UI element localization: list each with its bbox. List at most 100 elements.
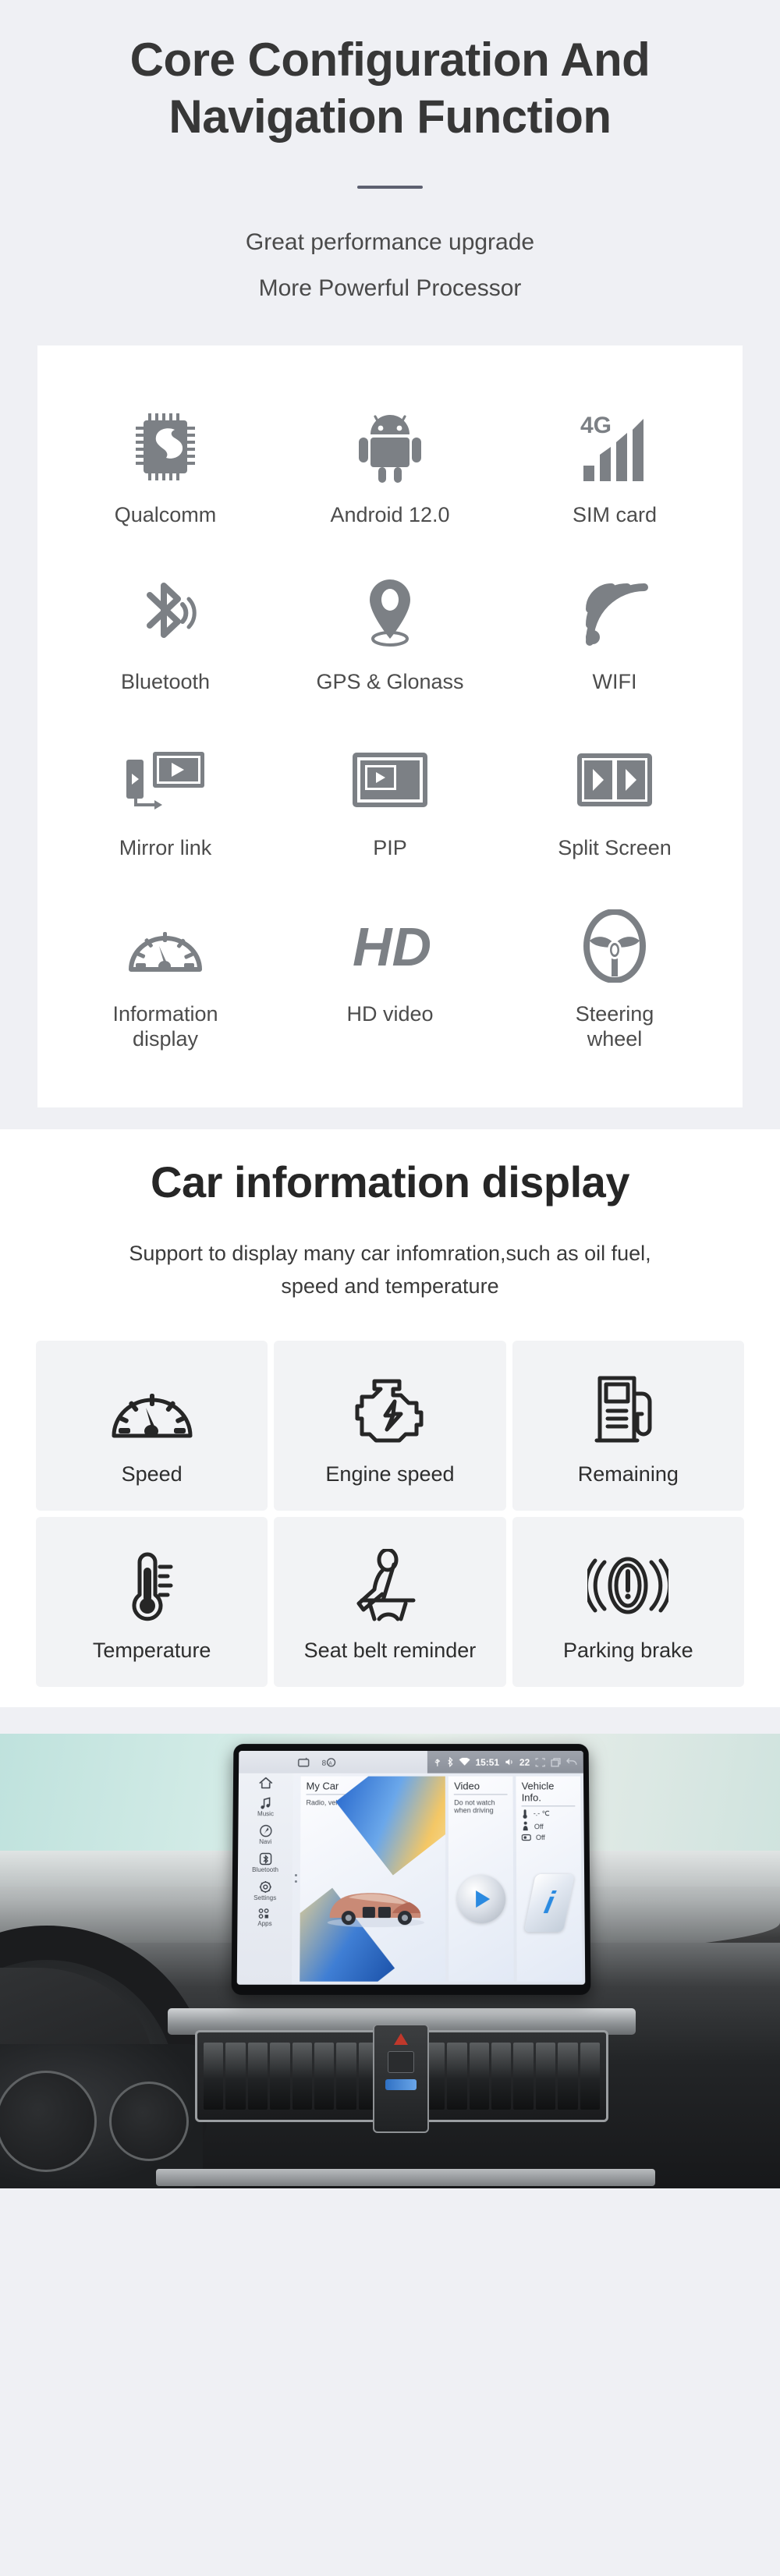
central-lock-button[interactable] [388, 2050, 414, 2073]
cluster-dial-left [0, 2070, 97, 2172]
feature-item-android[interactable]: Android 12.0 [278, 389, 502, 547]
vent-slat [469, 2042, 490, 2110]
sidebar-label: Bluetooth [252, 1866, 278, 1873]
feature-item-mirror-link[interactable]: Mirror link [53, 722, 278, 881]
vent-slat [247, 2042, 268, 2110]
title-divider [357, 186, 423, 190]
sidebar-item-settings[interactable]: Settings [254, 1880, 276, 1901]
tile-remaining[interactable]: Remaining [512, 1340, 744, 1511]
qualcomm-chip-icon [133, 406, 198, 487]
tile-engine-speed[interactable]: Engine speed [274, 1340, 506, 1511]
feature-item-hd-video[interactable]: HD HD video [278, 888, 502, 1072]
apps-grid-icon [258, 1908, 271, 1919]
usb-icon [434, 1757, 441, 1766]
feature-label: PIP [373, 836, 407, 859]
screenshot-icon[interactable] [535, 1757, 545, 1766]
vent-slat [336, 2042, 356, 2110]
navigation-icon [259, 1824, 272, 1837]
feature-label: Mirror link [119, 836, 212, 859]
tile-label: Engine speed [325, 1462, 455, 1486]
split-screen-icon [576, 739, 654, 820]
hazard-triangle-icon [394, 2032, 408, 2045]
car-info-title: Car information display [151, 1157, 629, 1207]
steering-wheel-icon [583, 905, 646, 987]
core-subtitle-line-2: More Powerful Processor [258, 275, 522, 301]
volume-icon[interactable] [505, 1758, 514, 1766]
card-subtitle: Do not watch when driving [454, 1798, 495, 1815]
hazard-light-button[interactable] [373, 2023, 429, 2133]
card-title: Vehicle Info. [521, 1780, 555, 1804]
fuel-pump-icon [594, 1367, 662, 1451]
cluster-dial-right [109, 2081, 189, 2161]
sidebar-item-music[interactable]: Music [257, 1797, 274, 1817]
bluetooth-icon [259, 1852, 272, 1866]
thermometer-icon [523, 1809, 527, 1819]
feature-item-sim-card[interactable]: 4G SIM card [502, 389, 727, 547]
sidebar-item-home[interactable] [258, 1776, 274, 1790]
vent-slat [447, 2042, 467, 2110]
hd-badge-text: HD [353, 916, 431, 976]
status-volume: 22 [519, 1756, 530, 1768]
tile-speed[interactable]: Speed [36, 1340, 268, 1511]
tile-label: Parking brake [563, 1639, 693, 1663]
card-video[interactable]: Video Do not watch when driving [448, 1776, 514, 1982]
vent-slat [558, 2042, 578, 2110]
picture-in-picture-icon [351, 739, 429, 820]
tile-label: Remaining [577, 1462, 679, 1486]
feature-item-gps[interactable]: GPS & Glonass [278, 556, 502, 714]
title-divider-wrap [0, 186, 780, 190]
feature-label: Android 12.0 [330, 503, 450, 527]
head-unit-screen: 8 A 15:51 22 Music Navi Bluetooth Settin… [236, 1750, 586, 1985]
eq-icon[interactable]: 8 A [322, 1756, 336, 1768]
feature-item-split-screen[interactable]: Split Screen [502, 722, 727, 881]
feature-item-steering-wheel[interactable]: Steering wheel [502, 888, 727, 1072]
sidebar-label: Apps [257, 1919, 272, 1927]
back-icon[interactable] [566, 1757, 577, 1766]
wifi-icon [580, 573, 649, 654]
bluetooth-icon [134, 573, 197, 654]
vent-slat [270, 2042, 290, 2110]
feature-item-pip[interactable]: PIP [278, 722, 502, 881]
head-unit-device: 8 A 15:51 22 Music Navi Bluetooth Settin… [231, 1743, 591, 1995]
play-button[interactable] [456, 1874, 506, 1923]
tile-label: Temperature [92, 1639, 211, 1663]
feature-item-qualcomm[interactable]: Qualcomm [53, 389, 278, 547]
gauge-icon [128, 905, 203, 987]
car-info-subtitle-line-1: Support to display many car infomration,… [129, 1242, 651, 1266]
feature-item-wifi[interactable]: WIFI [502, 556, 727, 714]
page-title: Core Configuration And Navigation Functi… [0, 31, 780, 145]
tile-parking-brake[interactable]: Parking brake [512, 1516, 744, 1687]
core-subtitle-line-1: Great performance upgrade [245, 229, 535, 256]
svg-text:A: A [329, 1761, 332, 1766]
car-interior-photo: AUTO MAX 22.0° 22.0° [0, 1733, 780, 2188]
sidebar-item-bluetooth[interactable]: Bluetooth [252, 1852, 278, 1873]
recents-icon[interactable] [551, 1757, 561, 1766]
tile-temperature[interactable]: Temperature [36, 1516, 268, 1687]
vent-slat [535, 2042, 556, 2110]
page-dot [294, 1880, 297, 1883]
core-subtitle: Great performance upgrade More Powerful … [0, 220, 780, 311]
i-drive-badge: i [523, 1873, 575, 1933]
sidebar-item-navi[interactable]: Navi [259, 1824, 272, 1845]
vent-slat [225, 2042, 246, 2110]
feature-label: Split Screen [558, 836, 672, 859]
feature-label: Bluetooth [120, 669, 211, 693]
car-info-tile-grid: Speed Engine speed Remaining Temperature… [36, 1340, 744, 1687]
sd-card-icon[interactable] [298, 1756, 310, 1767]
4g-signal-icon: 4G [579, 406, 651, 487]
sidebar-item-apps[interactable]: Apps [257, 1908, 272, 1927]
vent-slat [580, 2042, 601, 2110]
4g-badge-text: 4G [580, 413, 612, 438]
tile-seat-belt-reminder[interactable]: Seat belt reminder [274, 1516, 506, 1687]
thermometer-icon [122, 1543, 182, 1628]
card-vehicle-info[interactable]: Vehicle Info. -.- ℃ Off Off i [516, 1776, 583, 1982]
status-bar-right: 15:51 22 [427, 1750, 583, 1773]
feature-item-bluetooth[interactable]: Bluetooth [53, 556, 278, 714]
card-my-car[interactable]: My Car Radio, vehicle setting, etc. [300, 1776, 446, 1982]
feature-label: HD video [346, 1002, 434, 1026]
feature-item-information-display[interactable]: Information display [53, 888, 278, 1072]
card-decoration-top [335, 1776, 446, 1876]
vent-slat [491, 2042, 512, 2110]
feature-card: Qualcomm Android 12.0 4G SIM card Blueto… [37, 345, 743, 1107]
vehicle-info-value: Off [534, 1822, 544, 1830]
